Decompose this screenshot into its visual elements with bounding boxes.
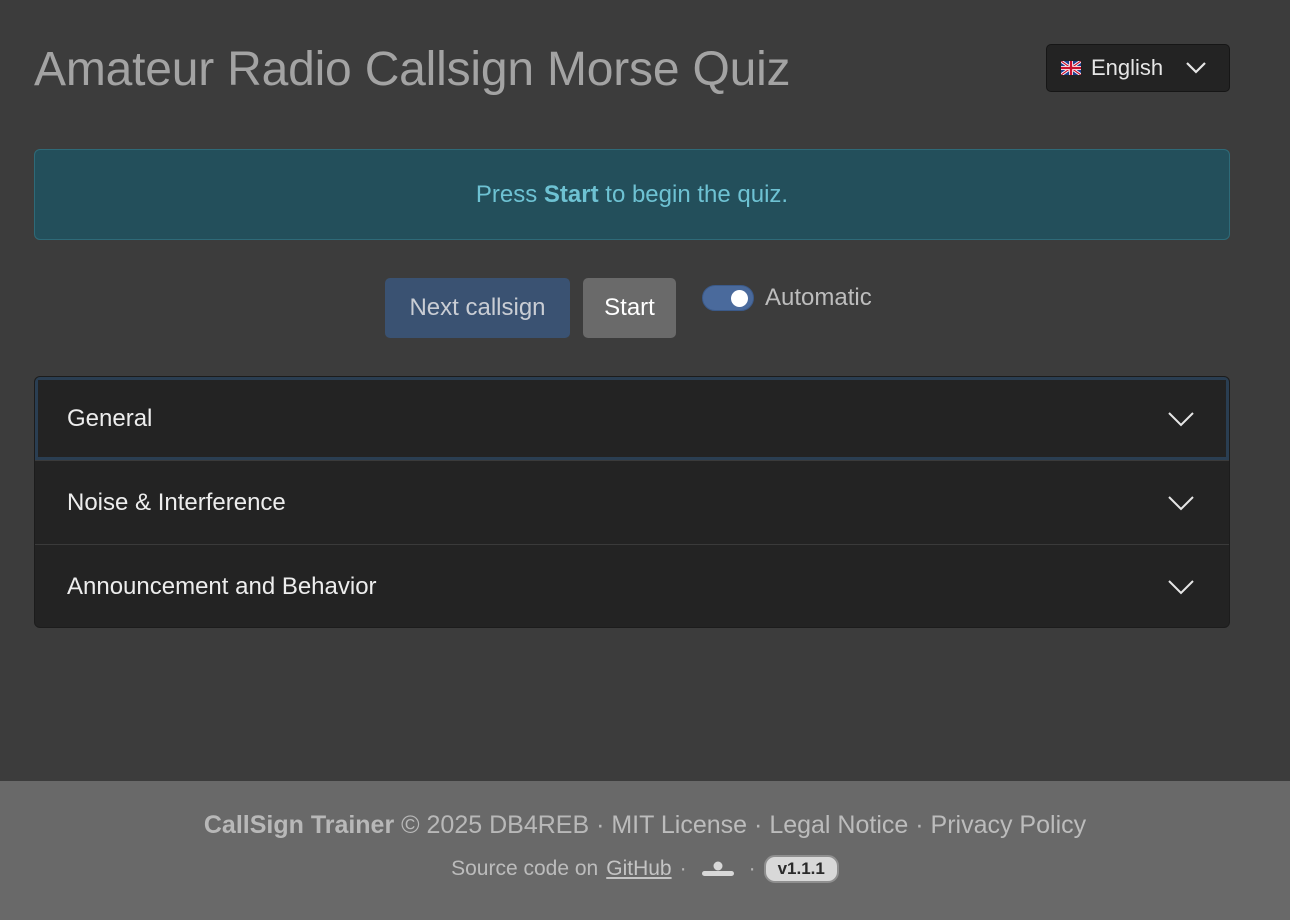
legal-notice-link[interactable]: Legal Notice (769, 811, 908, 839)
accordion-item-label: General (67, 404, 153, 432)
footer-credits: CallSign Trainer © 2025 DB4REB · MIT Lic… (0, 811, 1290, 840)
chevron-down-icon (1167, 407, 1195, 435)
separator: · (754, 811, 763, 839)
user-icon[interactable] (701, 861, 735, 877)
alert-bold: Start (543, 180, 599, 208)
uk-flag-icon (1061, 61, 1081, 75)
github-link[interactable]: GitHub (606, 857, 671, 881)
separator: · (748, 857, 756, 880)
separator: · (679, 857, 687, 880)
separator: · (596, 811, 605, 839)
language-select-label: English (1091, 55, 1164, 80)
mit-license-link[interactable]: MIT License (611, 811, 747, 839)
page-title: Amateur Radio Callsign Morse Quiz (34, 43, 791, 96)
accordion-item-label: Noise & Interference (67, 488, 286, 516)
chevron-down-icon (1185, 59, 1207, 82)
accordion-item-noise[interactable]: Noise & Interference (35, 461, 1229, 545)
language-select[interactable]: English (1046, 44, 1230, 92)
accordion-item-announcement[interactable]: Announcement and Behavior (35, 545, 1229, 627)
chevron-down-icon (1167, 491, 1195, 519)
alert-prefix: Press (475, 180, 544, 208)
automatic-toggle-label: Automatic (765, 284, 872, 311)
privacy-policy-link[interactable]: Privacy Policy (931, 811, 1087, 839)
next-callsign-button[interactable]: Next callsign (385, 278, 570, 338)
header: Amateur Radio Callsign Morse Quiz Englis… (34, 38, 1230, 102)
footer-source: Source code on GitHub · · v1.1.1 (0, 855, 1290, 883)
chevron-down-icon (1167, 575, 1195, 603)
footer: CallSign Trainer © 2025 DB4REB · MIT Lic… (0, 781, 1290, 920)
info-alert: Press Start to begin the quiz. (34, 149, 1230, 240)
start-button[interactable]: Start (583, 278, 676, 338)
version-badge: v1.1.1 (763, 855, 839, 883)
toggle-knob (731, 290, 748, 307)
copyright: © 2025 DB4REB (401, 811, 590, 839)
accordion-item-general[interactable]: General (35, 377, 1229, 461)
separator: · (915, 811, 924, 839)
accordion-item-label: Announcement and Behavior (67, 573, 377, 600)
settings-accordion: General Noise & Interference Announcemen… (34, 376, 1230, 628)
source-prefix: Source code on (451, 857, 599, 880)
alert-suffix: to begin the quiz. (598, 180, 789, 208)
app-name: CallSign Trainer (203, 811, 395, 839)
automatic-toggle[interactable] (702, 285, 754, 311)
